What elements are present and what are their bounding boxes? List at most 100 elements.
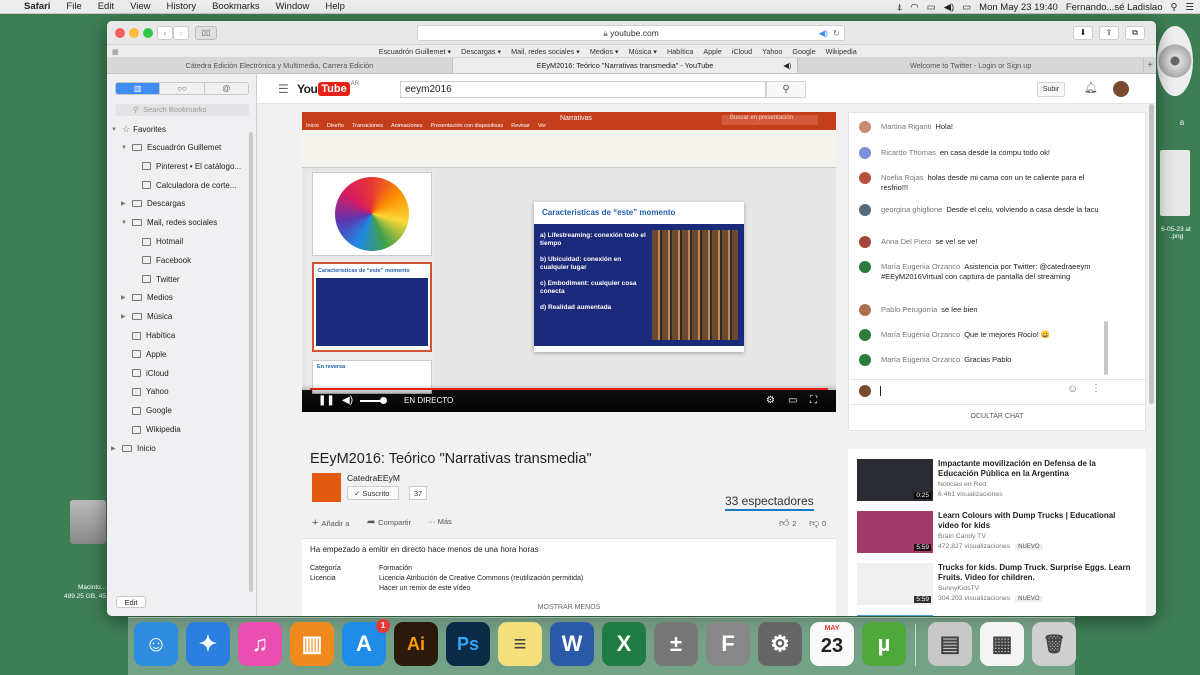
menu-view[interactable]: View xyxy=(122,1,158,12)
downloads-button[interactable]: ⬇ xyxy=(1073,26,1093,40)
sidebar-item[interactable]: Calculadora de corte... xyxy=(131,181,237,190)
new-tab-button[interactable]: + xyxy=(1144,58,1156,73)
tab-audio-icon[interactable]: ◀) xyxy=(783,58,791,73)
menu-help[interactable]: Help xyxy=(317,1,353,12)
dock-fontbook[interactable]: F xyxy=(706,622,750,666)
disclosure-open-icon[interactable]: ▼ xyxy=(121,145,129,151)
chat-author[interactable]: Noelia Rojas xyxy=(881,173,924,182)
chat-avatar[interactable] xyxy=(859,204,871,216)
dock-illustrator[interactable]: Ai xyxy=(394,622,438,666)
bookmark-google[interactable]: Google xyxy=(787,47,820,56)
spotlight-icon[interactable]: ⚲ xyxy=(1171,2,1178,13)
chat-avatar[interactable] xyxy=(859,236,871,248)
shared-links-tab[interactable]: @ xyxy=(205,83,248,94)
battery-icon[interactable]: ▭ xyxy=(962,2,971,13)
chat-avatar[interactable] xyxy=(859,172,871,184)
bookmark-yahoo[interactable]: Yahoo xyxy=(757,47,787,56)
chat-avatar[interactable] xyxy=(859,329,871,341)
subscribed-button[interactable]: ✓ Suscrito xyxy=(347,486,399,500)
dock-downloads[interactable]: ▤ xyxy=(928,622,972,666)
sidebar-item[interactable]: ▶ Descargas xyxy=(121,199,185,208)
bookmark-wikipedia[interactable]: Wikipedia xyxy=(821,47,862,56)
adobe-icon[interactable]: ⍋ xyxy=(897,2,903,13)
volume-knob[interactable] xyxy=(380,397,387,404)
dock-trash[interactable]: 🗑 xyxy=(1032,622,1076,666)
sidebar-item[interactable]: Yahoo xyxy=(121,387,169,396)
sidebar-item[interactable]: ▶ Música xyxy=(121,312,172,321)
notification-center-icon[interactable]: ☰ xyxy=(1185,2,1194,13)
menu-app-name[interactable]: Safari xyxy=(16,1,58,12)
airplay-icon[interactable]: ▭ xyxy=(927,2,936,13)
disclosure-closed-icon[interactable]: ▶ xyxy=(121,200,129,207)
disclosure-closed-icon[interactable]: ▶ xyxy=(121,313,129,320)
chat-input[interactable]: ☺ ⋮ xyxy=(849,379,1145,401)
settings-gear-icon[interactable]: ⚙ xyxy=(766,395,775,406)
dock-calendar[interactable]: MAY 23 xyxy=(810,622,854,666)
show-less-button[interactable]: MOSTRAR MENOS xyxy=(302,604,836,611)
dislike-button[interactable]: 👎︎ 0 xyxy=(809,517,826,529)
dock-document[interactable]: ▦ xyxy=(980,622,1024,666)
sidebar-scrollbar[interactable] xyxy=(249,132,253,592)
dock-photoshop[interactable]: Ps xyxy=(446,622,490,666)
reading-list-tab[interactable]: ○○ xyxy=(160,83,205,94)
chat-avatar[interactable] xyxy=(859,261,871,273)
share-button[interactable]: ➦ Compartir xyxy=(367,517,411,528)
chat-scrollbar[interactable] xyxy=(1104,321,1108,375)
bookmark-descargas[interactable]: Descargas ▾ xyxy=(456,47,506,56)
sidebar-item[interactable]: Habítica xyxy=(121,331,175,340)
category-value[interactable]: Formación xyxy=(379,565,412,572)
chat-more-icon[interactable]: ⋮ xyxy=(1091,383,1101,394)
tab-twitter[interactable]: Welcome to Twitter - Login or Sign up xyxy=(798,58,1145,73)
menu-history[interactable]: History xyxy=(159,1,205,12)
sidebar-item[interactable]: Hotmail xyxy=(131,237,183,246)
share-button[interactable]: ⇪ xyxy=(1099,26,1119,40)
chat-author[interactable]: Martina Riganti xyxy=(881,122,931,131)
chat-author[interactable]: Pablo Perugorria xyxy=(881,305,937,314)
menu-window[interactable]: Window xyxy=(268,1,318,12)
desktop-dvd-icon[interactable] xyxy=(1157,26,1193,96)
sidebar-item[interactable]: Facebook xyxy=(131,256,191,265)
dock-itunes[interactable]: ♫ xyxy=(238,622,282,666)
progress-bar[interactable] xyxy=(310,388,828,390)
tab-youtube[interactable]: EEyM2016: Teórico "Narrativas transmedia… xyxy=(452,58,799,73)
minimize-button[interactable] xyxy=(129,28,139,38)
bookmark-escuadron[interactable]: Escuadrón Guillemet ▾ xyxy=(374,47,456,56)
forward-button[interactable]: › xyxy=(173,26,189,40)
notifications-bell-icon[interactable]: 🔔︎ xyxy=(1084,81,1098,94)
sidebar-item[interactable]: ▼ Escuadrón Guillemet xyxy=(121,143,221,152)
chat-avatar[interactable] xyxy=(859,354,871,366)
chat-avatar[interactable] xyxy=(859,121,871,133)
bookmark-musica[interactable]: Música ▾ xyxy=(624,47,662,56)
account-avatar[interactable] xyxy=(1113,81,1129,97)
volume-icon[interactable]: ◀) xyxy=(342,395,353,406)
fullscreen-icon[interactable]: ⛶ xyxy=(810,395,817,406)
dock-safari[interactable]: ✦ xyxy=(186,622,230,666)
disclosure-closed-icon[interactable]: ▶ xyxy=(111,445,119,452)
audio-playing-icon[interactable]: ◀) xyxy=(819,26,828,41)
sidebar-item[interactable]: Apple xyxy=(121,350,166,359)
desktop-screenshot-file-icon[interactable] xyxy=(1160,150,1190,216)
page-scrollbar-thumb[interactable] xyxy=(1149,104,1154,404)
chat-author[interactable]: María Eugenia Orzanco xyxy=(881,262,960,271)
related-video-title[interactable]: Trucks for kids. Dump Truck. Surprise Eg… xyxy=(938,563,1138,583)
channel-name[interactable]: CatedraEEyM xyxy=(347,473,400,483)
related-video-channel[interactable]: SunnyKidsTV xyxy=(938,585,979,592)
sidebar-item[interactable]: ▼ Mail, redes sociales xyxy=(121,218,217,227)
bookmark-icloud[interactable]: iCloud xyxy=(727,47,757,56)
hamburger-menu-icon[interactable]: ☰ xyxy=(278,82,289,96)
related-video-item[interactable]: 0:25 Impactante movilización en Defensa d… xyxy=(848,455,1146,503)
dock-notes[interactable]: ≡ xyxy=(498,622,542,666)
video-player[interactable]: Narrativas Buscar en presentación Inicio… xyxy=(302,112,836,412)
bookmark-habitica[interactable]: Habítica xyxy=(662,47,698,56)
related-video-item[interactable]: 5:59 Trucks for kids. Dump Truck. Surpris… xyxy=(848,559,1146,607)
dock-ibooks[interactable]: ▥ xyxy=(290,622,334,666)
bookmark-medios[interactable]: Medios ▾ xyxy=(585,47,624,56)
chat-avatar[interactable] xyxy=(859,304,871,316)
dock-utorrent[interactable]: µ xyxy=(862,622,906,666)
reload-icon[interactable]: ↻ xyxy=(833,26,840,41)
emoji-icon[interactable]: ☺ xyxy=(1067,383,1078,395)
sidebar-item[interactable]: iCloud xyxy=(121,369,169,378)
disclosure-closed-icon[interactable]: ▶ xyxy=(121,294,129,301)
like-button[interactable]: 👍︎ 2 xyxy=(779,517,796,529)
sidebar-item[interactable]: ▶ Medios xyxy=(121,293,173,302)
